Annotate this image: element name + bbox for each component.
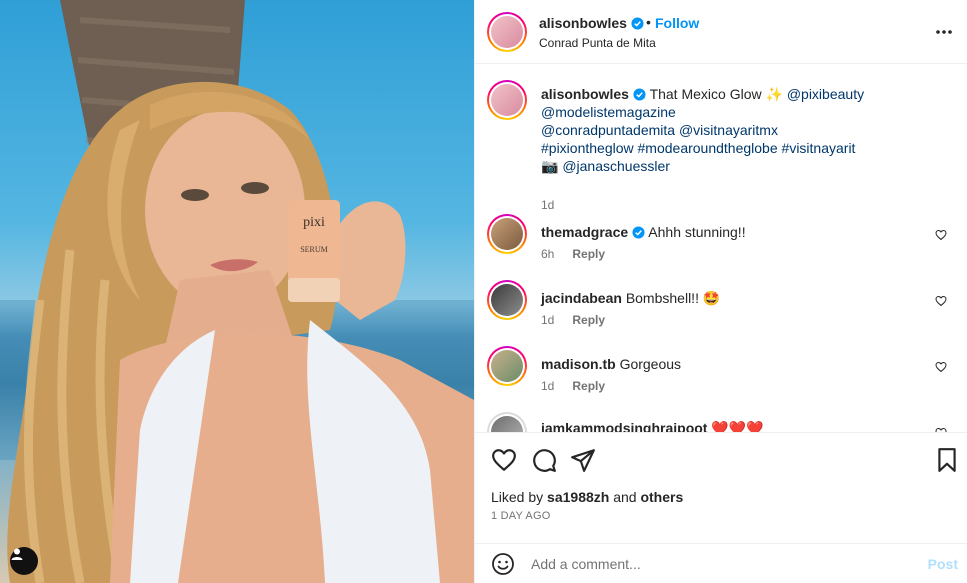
liked-by-and: and — [613, 489, 637, 505]
comments-section[interactable]: alisonbowles That Mexico Glow ✨ @pixibea… — [475, 64, 967, 433]
product-name-text: SERUM — [300, 245, 328, 254]
post-photo-illustration: pixi SERUM — [0, 0, 474, 583]
commenter-username[interactable]: jacindabean — [541, 290, 622, 306]
comment-bubble-icon[interactable] — [531, 447, 557, 473]
camera-emoji: 📷 — [541, 158, 559, 174]
location-link[interactable]: Conrad Punta de Mita — [539, 36, 656, 50]
hashtag-modearoundtheglobe[interactable]: #modearoundtheglobe — [638, 140, 778, 156]
mention-modelistemagazine[interactable]: @modelistemagazine — [541, 104, 676, 120]
commenter-avatar[interactable] — [487, 280, 527, 320]
liked-by-prefix: Liked by — [491, 489, 544, 505]
comment-meta: 1d Reply — [541, 379, 605, 393]
comment-text: jacindabean Bombshell!! 🤩 — [541, 289, 941, 307]
like-comment-heart-icon[interactable] — [935, 361, 947, 373]
hashtag-pixiontheglow[interactable]: #pixiontheglow — [541, 140, 634, 156]
post-header: alisonbowles • Follow Conrad Punta de Mi… — [475, 0, 967, 64]
comment-body: ❤️❤️❤️ — [711, 420, 764, 433]
hashtag-visitnayarit[interactable]: #visitnayarit — [782, 140, 856, 156]
caption-time: 1d — [541, 198, 554, 212]
verified-badge-icon — [633, 88, 646, 101]
liked-by-others[interactable]: others — [640, 489, 683, 505]
comment-body: Ahhh stunning!! — [648, 224, 746, 240]
emoji-icon[interactable] — [491, 552, 515, 576]
author-username-text[interactable]: alisonbowles — [539, 15, 627, 31]
commenter-avatar[interactable] — [487, 346, 527, 386]
post-details-panel: alisonbowles • Follow Conrad Punta de Mi… — [474, 0, 967, 583]
caption-username[interactable]: alisonbowles — [541, 86, 629, 102]
author-avatar[interactable] — [487, 12, 527, 52]
reply-button[interactable]: Reply — [572, 247, 605, 261]
post-comment-button[interactable]: Post — [928, 556, 958, 572]
comment-body: Gorgeous — [619, 356, 682, 372]
add-comment-input[interactable] — [531, 553, 891, 575]
verified-badge-icon — [631, 17, 644, 30]
commenter-username[interactable]: themadgrace — [541, 224, 628, 240]
caption-time-text: 1d — [541, 198, 555, 212]
comment-text: iamkammodsinghrajpoot ❤️❤️❤️ — [541, 419, 941, 433]
comment-composer: Post — [475, 543, 967, 583]
caption-avatar[interactable] — [487, 80, 527, 120]
tagged-users-button[interactable] — [10, 547, 38, 575]
comment-text: themadgrace Ahhh stunning!! — [541, 223, 941, 241]
comment-time: 6h — [541, 247, 555, 261]
comment-meta: 6h Reply — [541, 247, 605, 261]
commenter-username[interactable]: iamkammodsinghrajpoot — [541, 420, 707, 432]
comment-text: madison.tb Gorgeous — [541, 355, 941, 373]
header-separator: • — [646, 14, 651, 30]
more-options-icon[interactable] — [934, 22, 954, 42]
reply-button[interactable]: Reply — [572, 379, 605, 393]
user-icon — [11, 548, 23, 560]
sparkles-emoji: ✨ — [765, 86, 783, 102]
commenter-avatar[interactable] — [487, 412, 527, 432]
mention-visitnayaritmx[interactable]: @visitnayaritmx — [679, 122, 778, 138]
mention-janaschuessler[interactable]: @janaschuessler — [562, 158, 670, 174]
comment-time: 1d — [541, 379, 555, 393]
caption-text: alisonbowles That Mexico Glow ✨ @pixibea… — [541, 85, 941, 175]
mention-conradpuntademita[interactable]: @conradpuntademita — [541, 122, 675, 138]
post-age: 1 DAY AGO — [491, 510, 551, 522]
commenter-username[interactable]: madison.tb — [541, 356, 616, 372]
like-comment-heart-icon[interactable] — [935, 295, 947, 307]
post-image[interactable]: pixi SERUM — [0, 0, 474, 583]
liked-by-summary: Liked by sa1988zh and others — [491, 489, 683, 505]
comment-meta: 1d Reply — [541, 313, 605, 327]
commenter-avatar[interactable] — [487, 214, 527, 254]
follow-button[interactable]: Follow — [655, 15, 699, 31]
like-comment-heart-icon[interactable] — [935, 229, 947, 241]
reply-button[interactable]: Reply — [572, 313, 605, 327]
share-send-icon[interactable] — [570, 447, 596, 473]
like-heart-icon[interactable] — [491, 447, 517, 473]
comment-time: 1d — [541, 313, 555, 327]
mention-pixibeauty[interactable]: @pixibeauty — [787, 86, 864, 102]
post-actions: Liked by sa1988zh and others 1 DAY AGO — [475, 433, 967, 543]
verified-badge-icon — [632, 226, 645, 239]
product-brand-text: pixi — [303, 215, 325, 230]
liked-by-user[interactable]: sa1988zh — [547, 489, 609, 505]
caption-body: That Mexico Glow — [649, 86, 762, 102]
save-bookmark-icon[interactable] — [934, 447, 960, 473]
comment-body: Bombshell!! 🤩 — [625, 290, 721, 306]
author-username[interactable]: alisonbowles — [539, 15, 644, 31]
